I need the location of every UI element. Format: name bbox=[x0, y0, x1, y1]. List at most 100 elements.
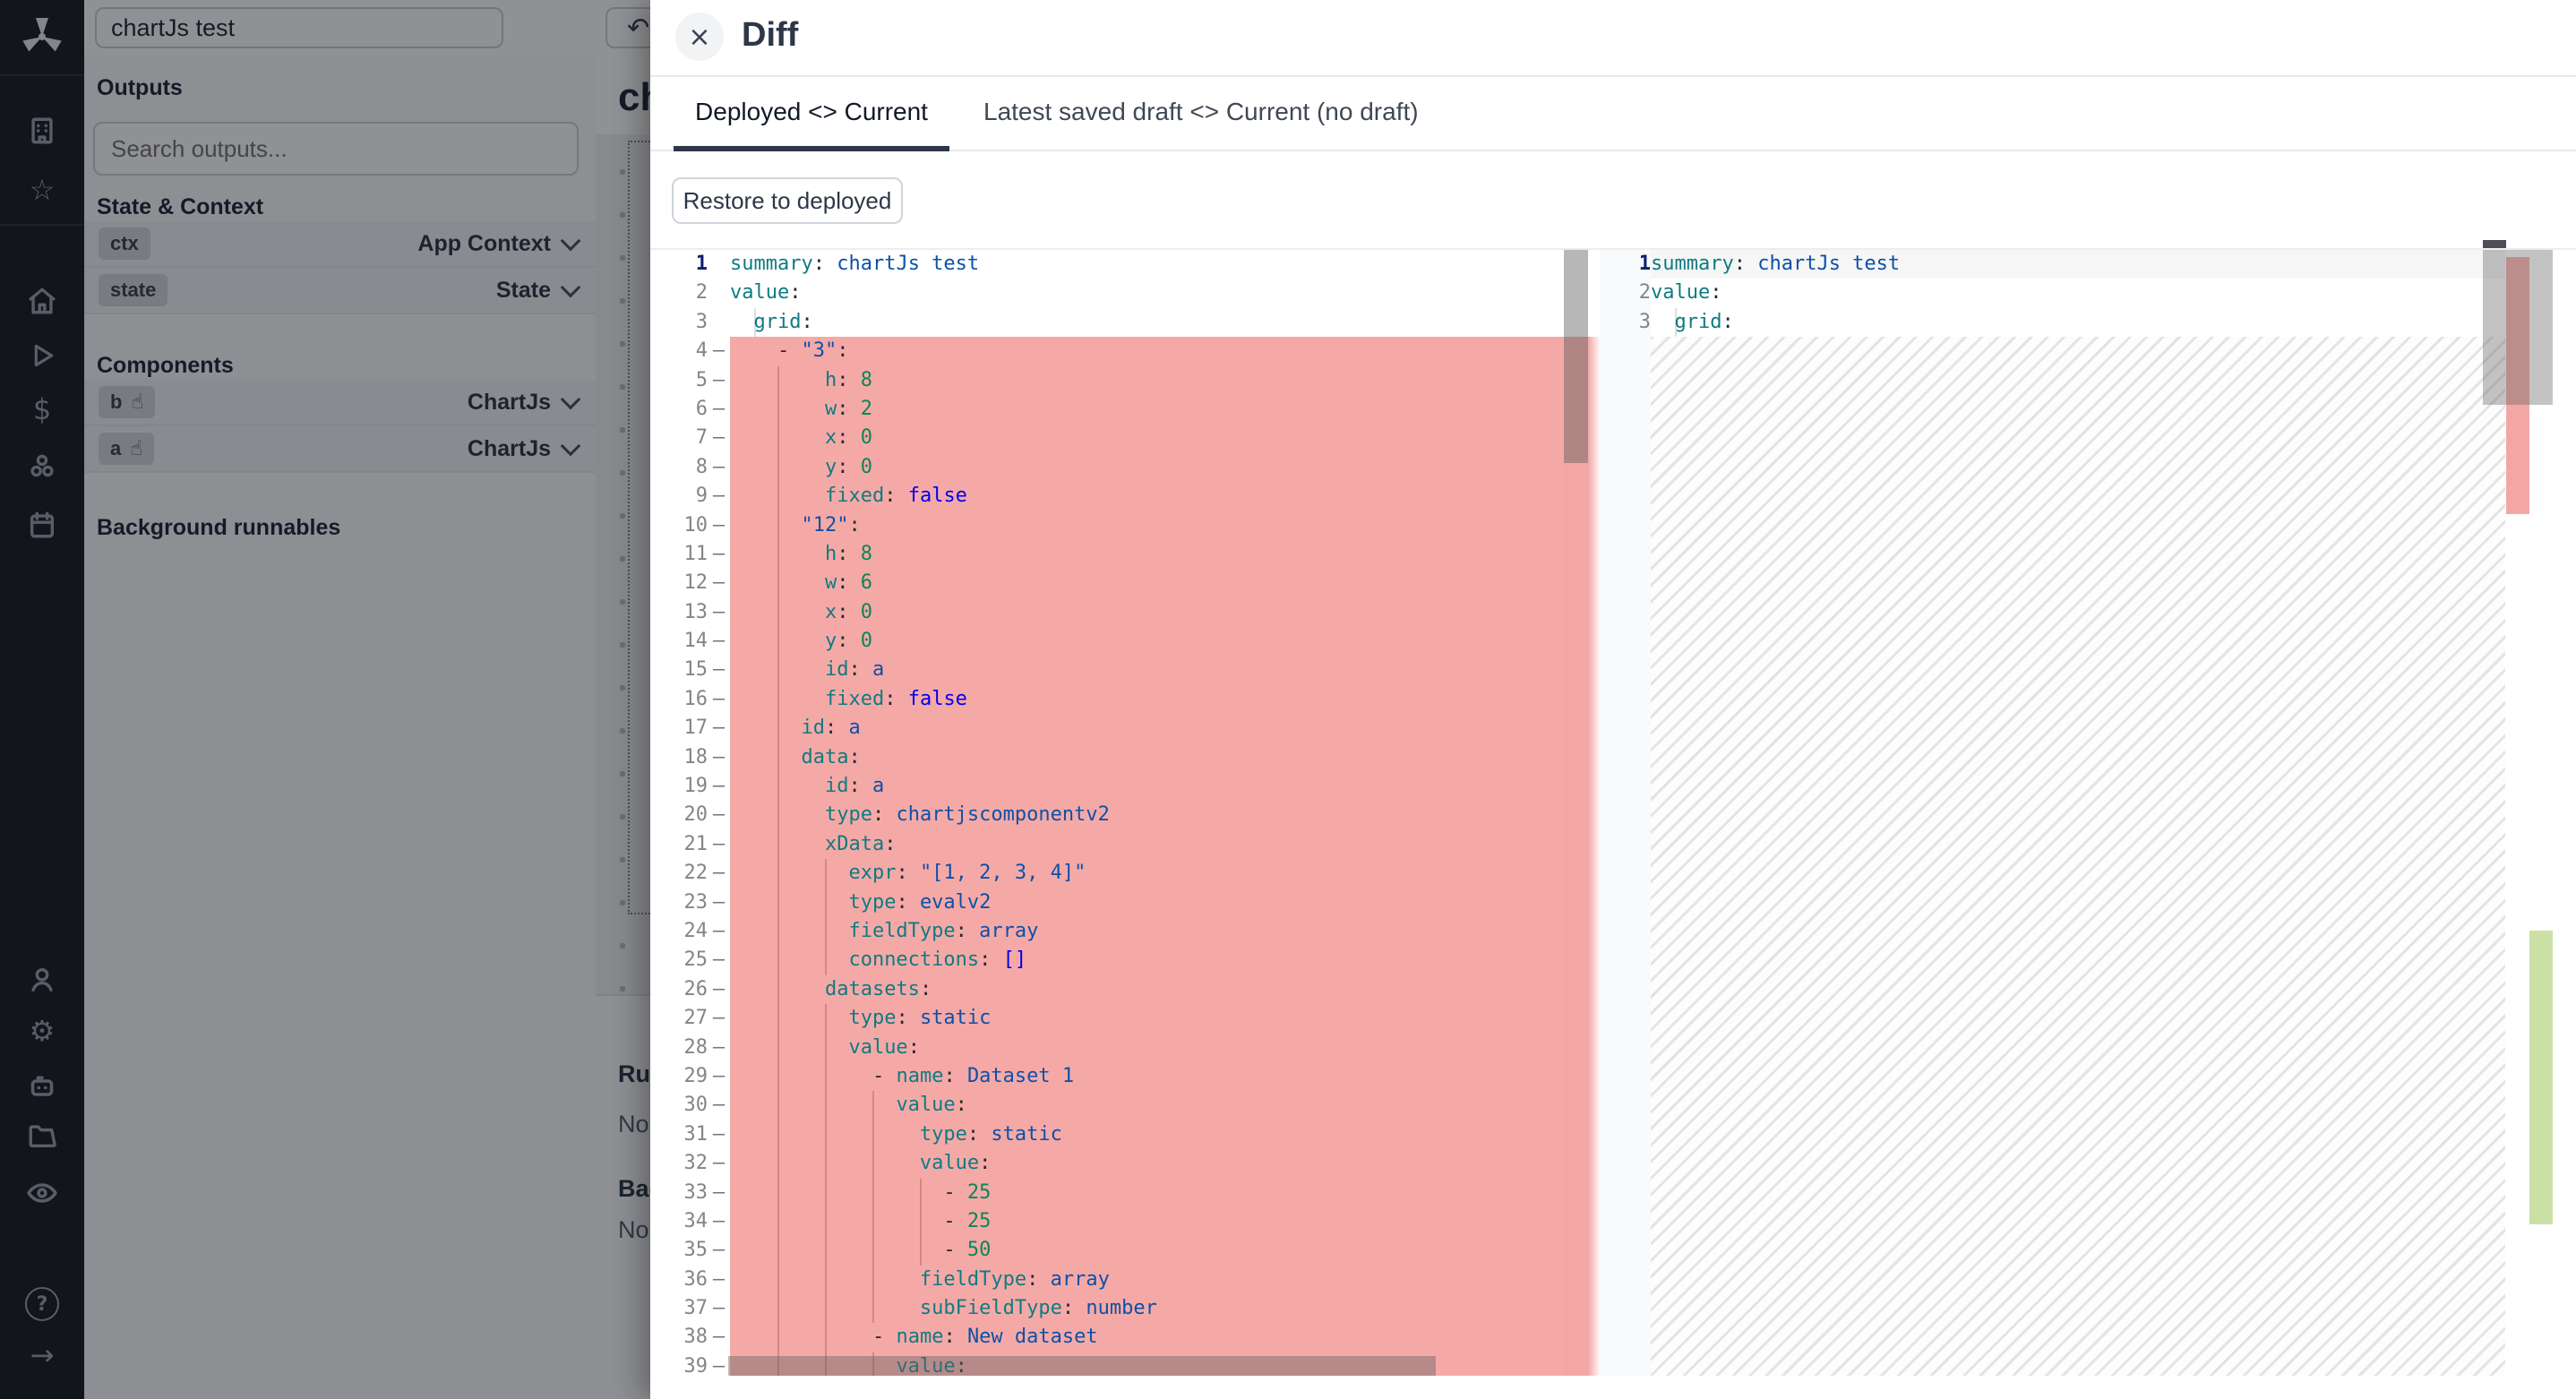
removed-line-sign: – bbox=[708, 511, 730, 540]
removed-line-sign: – bbox=[708, 946, 730, 974]
indent-guide bbox=[777, 1179, 779, 1207]
left-editor-content[interactable]: summary: chartJs testvalue: grid: - "3":… bbox=[730, 250, 1564, 1376]
removed-line-sign: – bbox=[708, 1034, 730, 1062]
line-number: 25– bbox=[650, 946, 730, 974]
indent-guide bbox=[777, 627, 779, 656]
indent-guide bbox=[872, 1120, 874, 1149]
removed-line-sign: – bbox=[708, 1207, 730, 1236]
close-icon[interactable]: × bbox=[675, 13, 724, 61]
indent-guide bbox=[754, 308, 756, 337]
indent-guide bbox=[777, 1062, 779, 1091]
diff-line-removed: type: static bbox=[730, 1004, 1564, 1033]
indent-guide bbox=[777, 801, 779, 829]
indent-guide bbox=[777, 598, 779, 627]
restore-to-deployed-button[interactable]: Restore to deployed bbox=[672, 177, 903, 224]
line-number: 8– bbox=[650, 453, 730, 482]
line-number: 6– bbox=[650, 395, 730, 424]
tab-deployed-current[interactable]: Deployed <> Current bbox=[674, 97, 949, 127]
removed-line-sign: – bbox=[708, 743, 730, 772]
removed-line-sign bbox=[708, 279, 730, 307]
left-editor-ruler-fade bbox=[1588, 337, 1601, 1376]
diff-line-removed: fieldType: array bbox=[730, 917, 1564, 946]
line-number: 27– bbox=[650, 1004, 730, 1033]
line-number: 22– bbox=[650, 859, 730, 888]
diff-line-removed: value: bbox=[730, 1149, 1564, 1178]
diff-line-removed: id: a bbox=[730, 772, 1564, 801]
removed-line-sign: – bbox=[708, 395, 730, 424]
indent-guide bbox=[872, 1207, 874, 1236]
indent-guide bbox=[777, 685, 779, 714]
removed-line-sign bbox=[708, 308, 730, 337]
removed-line-sign: – bbox=[708, 714, 730, 742]
indent-guide bbox=[920, 1236, 922, 1265]
active-tab-underline bbox=[674, 146, 949, 151]
modal-title: Diff bbox=[742, 16, 798, 55]
indent-guide bbox=[777, 482, 779, 511]
diff-line-removed: y: 0 bbox=[730, 453, 1564, 482]
ruler-added-marker bbox=[2529, 931, 2553, 1224]
indent-guide bbox=[825, 1179, 827, 1207]
left-editor-vertical-scrollbar[interactable] bbox=[1564, 250, 1588, 463]
indent-guide bbox=[825, 946, 827, 974]
removed-line-sign: – bbox=[708, 1236, 730, 1265]
tab-latest-draft-current[interactable]: Latest saved draft <> Current (no draft) bbox=[978, 97, 1424, 127]
indent-guide bbox=[777, 395, 779, 424]
removed-line-sign: – bbox=[708, 1004, 730, 1033]
indent-guide bbox=[777, 511, 779, 540]
removed-line-sign: – bbox=[708, 1294, 730, 1323]
indent-guide bbox=[872, 1149, 874, 1178]
indent-guide bbox=[777, 1236, 779, 1265]
indent-guide bbox=[825, 1004, 827, 1033]
line-number: 19– bbox=[650, 772, 730, 801]
indent-guide bbox=[777, 656, 779, 684]
diff-line-removed: id: a bbox=[730, 714, 1564, 742]
indent-guide bbox=[777, 1323, 779, 1352]
diff-line-removed: fixed: false bbox=[730, 482, 1564, 511]
removed-line-sign: – bbox=[708, 453, 730, 482]
header-divider bbox=[650, 75, 2576, 77]
indent-guide bbox=[872, 1091, 874, 1120]
line-number: 10– bbox=[650, 511, 730, 540]
line-number: 26– bbox=[650, 975, 730, 1004]
indent-guide bbox=[777, 946, 779, 974]
diff-line-removed: x: 0 bbox=[730, 424, 1564, 452]
removed-line-sign: – bbox=[708, 1323, 730, 1352]
line-number: 32– bbox=[650, 1149, 730, 1178]
line-number: 15– bbox=[650, 656, 730, 684]
diff-line-removed: w: 6 bbox=[730, 569, 1564, 597]
line-number: 16– bbox=[650, 685, 730, 714]
diff-line-removed: xData: bbox=[730, 830, 1564, 859]
indent-guide bbox=[777, 1266, 779, 1294]
line-number: 37– bbox=[650, 1294, 730, 1323]
indent-guide bbox=[872, 1179, 874, 1207]
indent-guide bbox=[920, 1207, 922, 1236]
right-editor-vertical-scrollbar[interactable] bbox=[2483, 250, 2553, 405]
left-editor-horizontal-scrollbar[interactable] bbox=[728, 1356, 1436, 1376]
diff-modal: × Diff Deployed <> Current Latest saved … bbox=[650, 0, 2576, 1399]
diff-line-removed: value: bbox=[730, 1034, 1564, 1062]
diff-line: grid: bbox=[730, 308, 1564, 337]
line-number: 12– bbox=[650, 569, 730, 597]
line-number: 17– bbox=[650, 714, 730, 742]
diff-line-removed: fieldType: array bbox=[730, 1266, 1564, 1294]
diff-line: value: bbox=[730, 279, 1564, 307]
line-number: 5– bbox=[650, 366, 730, 395]
diff-line-removed: expr: "[1, 2, 3, 4]" bbox=[730, 859, 1564, 888]
indent-guide bbox=[825, 1034, 827, 1062]
line-number: 36– bbox=[650, 1266, 730, 1294]
diff-line-removed: h: 8 bbox=[730, 540, 1564, 569]
indent-guide bbox=[777, 540, 779, 569]
diff-line-removed: h: 8 bbox=[730, 366, 1564, 395]
removed-line-sign: – bbox=[708, 975, 730, 1004]
line-number: 35– bbox=[650, 1236, 730, 1265]
removed-line-sign: – bbox=[708, 1179, 730, 1207]
indent-guide bbox=[777, 1207, 779, 1236]
line-number: 20– bbox=[650, 801, 730, 829]
removed-line-sign: – bbox=[708, 482, 730, 511]
removed-line-sign bbox=[708, 250, 730, 279]
indent-guide bbox=[777, 1149, 779, 1178]
line-number: 1 bbox=[1600, 250, 1651, 279]
indent-guide bbox=[920, 1179, 922, 1207]
diff-line-removed: x: 0 bbox=[730, 598, 1564, 627]
indent-guide bbox=[825, 859, 827, 888]
